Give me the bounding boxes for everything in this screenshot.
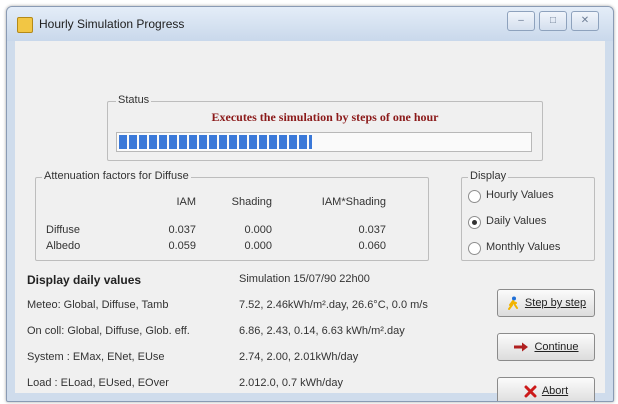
simulation-progress-window: Hourly Simulation Progress – □ ✕ Status … <box>6 6 614 402</box>
row-label-diffuse: Diffuse <box>46 224 81 236</box>
status-legend: Status <box>116 94 152 106</box>
abort-button[interactable]: Abort <box>497 377 595 401</box>
radio-daily[interactable] <box>468 216 481 229</box>
continue-label: Continue <box>534 341 579 353</box>
load-label: Load : ELoad, EUsed, EOver <box>27 377 169 389</box>
header-shading: Shading <box>231 196 272 208</box>
red-x-icon <box>524 385 537 397</box>
simulation-timestamp: Simulation 15/07/90 22h00 <box>239 273 370 285</box>
meteo-label: Meteo: Global, Diffuse, Tamb <box>27 299 169 311</box>
display-group: Display Hourly Values Daily Values Month… <box>461 170 595 261</box>
diffuse-iam-shading: 0.037 <box>358 224 386 236</box>
progress-bar <box>116 132 532 152</box>
app-icon <box>17 17 33 33</box>
step-by-step-button[interactable]: Step by step <box>497 289 595 317</box>
title-bar: Hourly Simulation Progress – □ ✕ <box>7 7 613 41</box>
albedo-iam: 0.059 <box>168 240 196 252</box>
load-value: 2.012.0, 0.7 kWh/day <box>239 377 343 389</box>
albedo-shading: 0.000 <box>244 240 272 252</box>
on-coll-label: On coll: Global, Diffuse, Glob. eff. <box>27 325 190 337</box>
abort-label: Abort <box>541 385 569 397</box>
attenuation-legend: Attenuation factors for Diffuse <box>42 170 191 182</box>
on-coll-value: 6.86, 2.43, 0.14, 6.63 kWh/m².day <box>239 325 405 337</box>
meteo-value: 7.52, 2.46kWh/m².day, 26.6°C, 0.0 m/s <box>239 299 428 311</box>
radio-daily-label[interactable]: Daily Values <box>486 215 546 227</box>
step-by-step-label: Step by step <box>524 297 587 309</box>
attenuation-group: Attenuation factors for Diffuse IAM Shad… <box>35 170 429 261</box>
display-daily-heading: Display daily values <box>27 273 142 287</box>
maximize-button[interactable]: □ <box>539 11 567 31</box>
status-group: Status Executes the simulation by steps … <box>107 94 543 161</box>
diffuse-shading: 0.000 <box>244 224 272 236</box>
status-message: Executes the simulation by steps of one … <box>211 110 439 124</box>
window-title: Hourly Simulation Progress <box>39 17 185 31</box>
progress-fill <box>119 135 312 149</box>
close-button[interactable]: ✕ <box>571 11 599 31</box>
dialog-client-area: Status Executes the simulation by steps … <box>15 41 605 401</box>
arrow-right-icon <box>514 342 529 352</box>
header-iam-shading: IAM*Shading <box>321 196 386 208</box>
radio-monthly-label[interactable]: Monthly Values <box>486 241 560 253</box>
row-label-albedo: Albedo <box>46 240 81 252</box>
radio-hourly[interactable] <box>468 190 481 203</box>
radio-hourly-label[interactable]: Hourly Values <box>486 189 554 201</box>
system-value: 2.74, 2.00, 2.01kWh/day <box>239 351 359 363</box>
albedo-iam-shading: 0.060 <box>358 240 386 252</box>
header-iam: IAM <box>176 196 196 208</box>
display-legend: Display <box>468 170 509 182</box>
minimize-button[interactable]: – <box>507 11 535 31</box>
diffuse-iam: 0.037 <box>168 224 196 236</box>
system-label: System : EMax, ENet, EUse <box>27 351 165 363</box>
runner-icon <box>507 296 518 310</box>
radio-monthly[interactable] <box>468 242 481 255</box>
continue-button[interactable]: Continue <box>497 333 595 361</box>
